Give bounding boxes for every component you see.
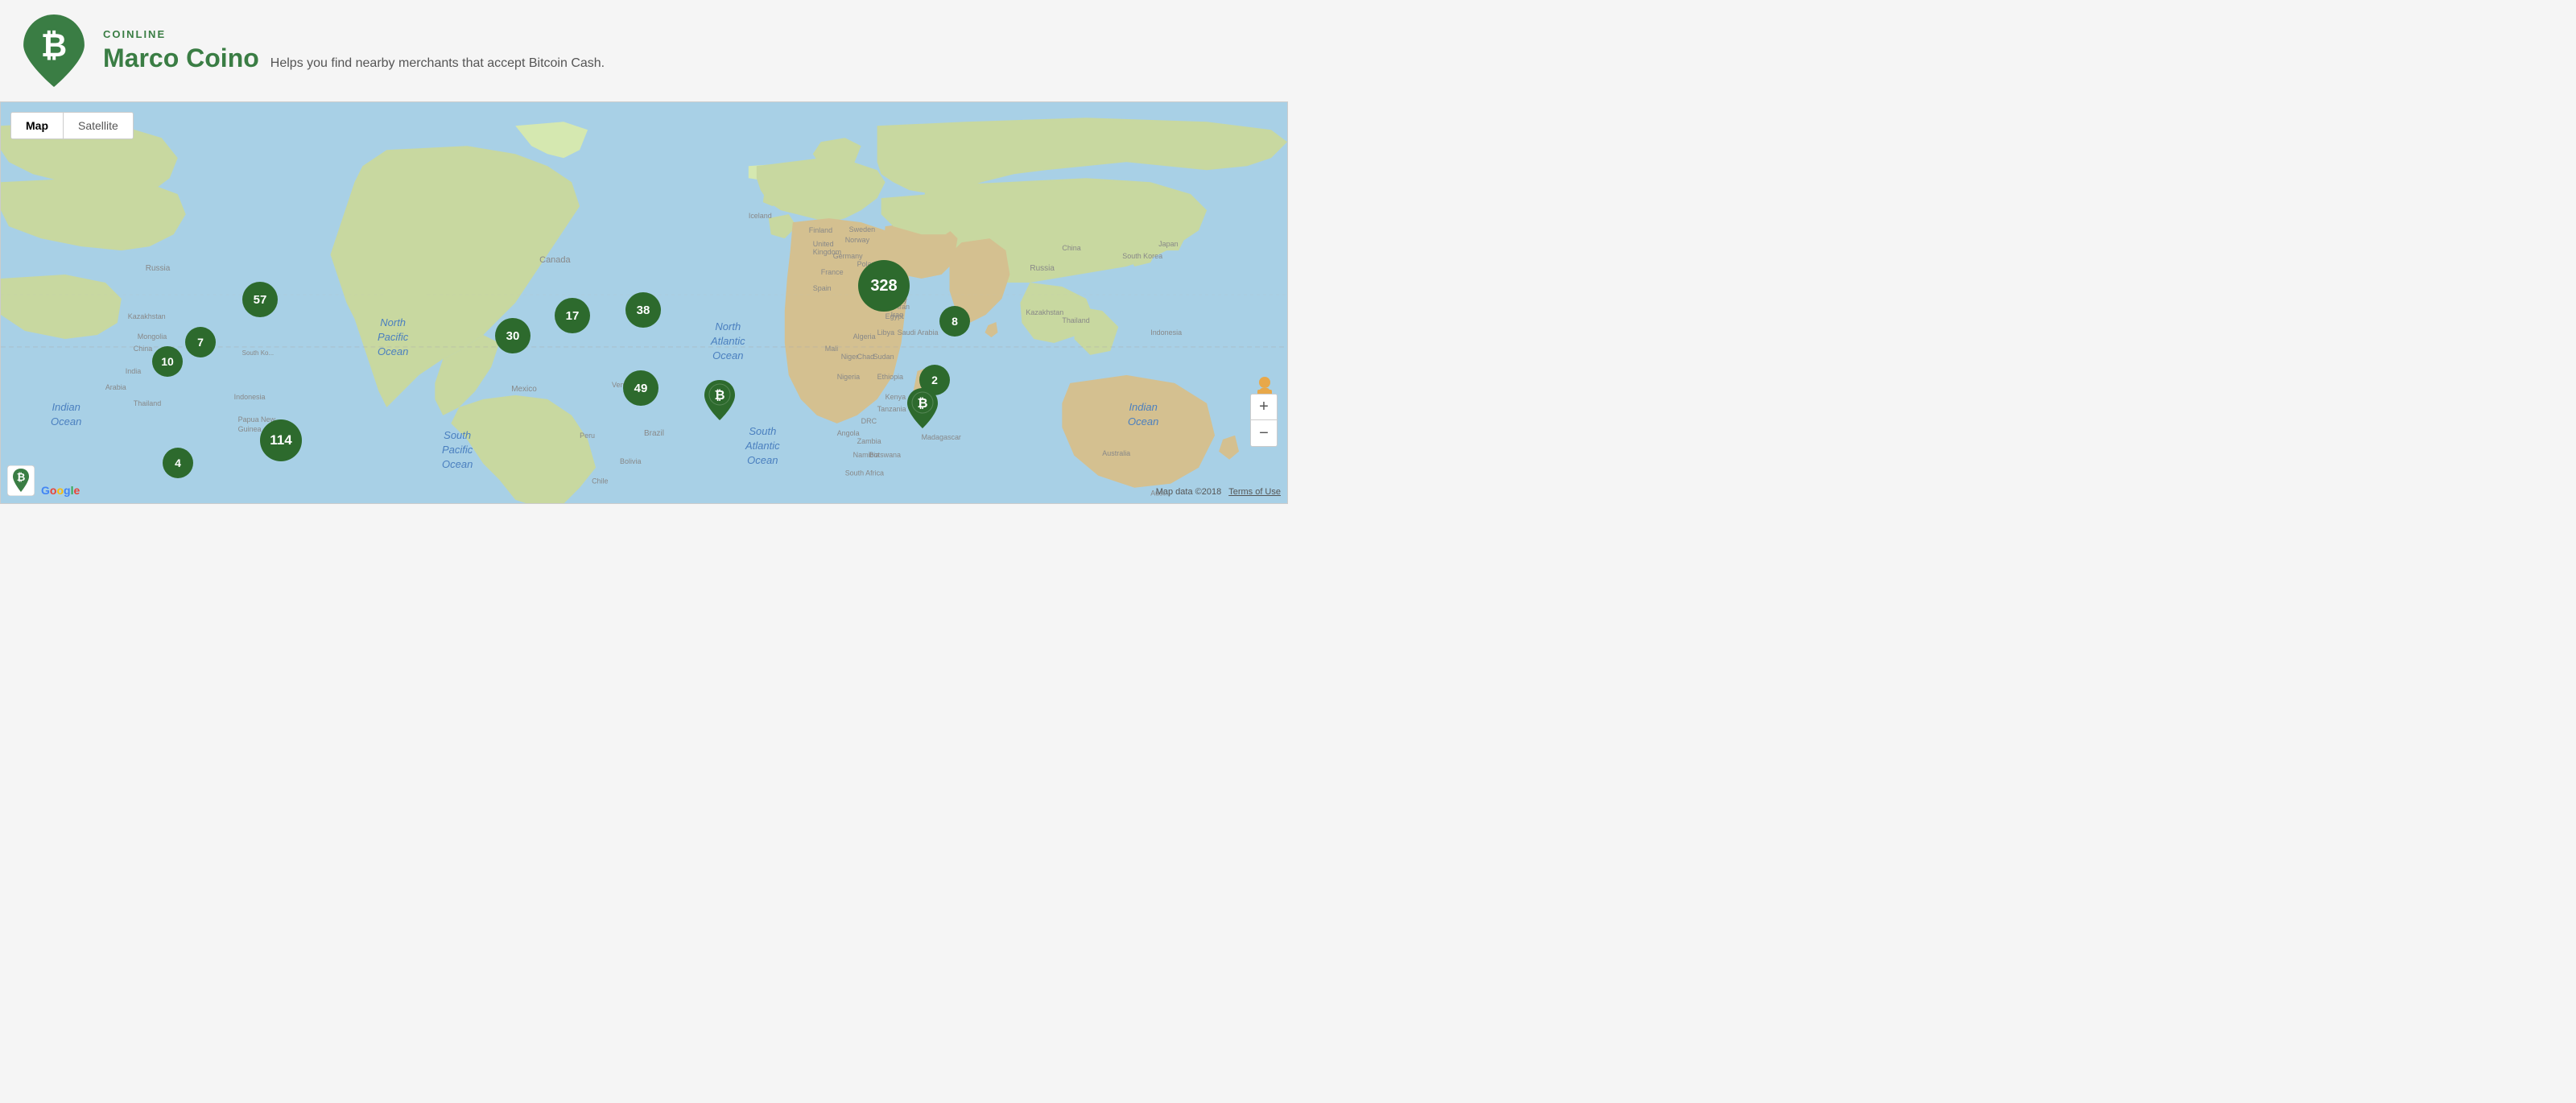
brand-label: COINLINE <box>103 28 605 40</box>
svg-text:India: India <box>126 367 141 375</box>
google-logo: Google <box>41 484 80 497</box>
cluster-c4[interactable]: 4 <box>163 448 193 478</box>
satellite-btn[interactable]: Satellite <box>64 113 133 138</box>
svg-text:Mongolia: Mongolia <box>138 333 167 341</box>
svg-text:Botswana: Botswana <box>869 451 901 459</box>
zoom-controls: + − <box>1250 394 1278 447</box>
svg-text:Arabia: Arabia <box>105 383 126 391</box>
svg-text:Iraq: Iraq <box>891 311 903 319</box>
header: ₿ COINLINE Marco Coino Helps you find ne… <box>0 0 1288 101</box>
svg-text:Russia: Russia <box>146 264 171 273</box>
zoom-out-btn[interactable]: − <box>1251 420 1277 446</box>
map-attribution: Map data ©2018 Terms of Use <box>1156 487 1281 497</box>
svg-text:Ethiopia: Ethiopia <box>877 373 903 381</box>
terms-link[interactable]: Terms of Use <box>1228 487 1281 497</box>
svg-text:Iceland: Iceland <box>749 212 772 220</box>
svg-text:South Ko...: South Ko... <box>242 349 275 357</box>
svg-text:Spain: Spain <box>813 284 832 292</box>
svg-text:Chad: Chad <box>857 353 874 361</box>
svg-text:Guinea: Guinea <box>238 425 262 433</box>
svg-text:Kingdom: Kingdom <box>813 248 841 256</box>
svg-text:South Africa: South Africa <box>845 469 884 477</box>
cluster-c8[interactable]: 38 <box>625 292 661 328</box>
cluster-c1[interactable]: 57 <box>242 282 278 317</box>
south-pacific-label: South Pacific Ocean <box>442 428 473 473</box>
zoom-in-btn[interactable]: + <box>1251 395 1277 420</box>
cluster-c6[interactable]: 17 <box>555 298 590 333</box>
svg-text:Sweden: Sweden <box>849 225 875 233</box>
svg-text:United: United <box>813 240 834 248</box>
svg-text:Saudi Arabia: Saudi Arabia <box>898 328 939 337</box>
app-title-row: Marco Coino Helps you find nearby mercha… <box>103 43 605 73</box>
app-logo: ₿ <box>23 14 85 87</box>
svg-text:Finland: Finland <box>809 226 832 234</box>
svg-text:Australia: Australia <box>1102 449 1130 457</box>
svg-text:Brazil: Brazil <box>644 429 664 438</box>
svg-text:Japan: Japan <box>1158 240 1178 248</box>
svg-text:South Korea: South Korea <box>1122 252 1162 260</box>
svg-text:Indonesia: Indonesia <box>1150 328 1182 337</box>
svg-text:Chile: Chile <box>592 477 608 485</box>
svg-text:Kazakhstan: Kazakhstan <box>1026 308 1063 316</box>
svg-text:Indonesia: Indonesia <box>234 393 266 401</box>
svg-text:Norway: Norway <box>845 236 870 244</box>
cluster-c5[interactable]: 114 <box>260 419 302 461</box>
svg-text:₿: ₿ <box>17 471 26 483</box>
small-pin-icon[interactable]: ₿ <box>7 465 35 500</box>
svg-text:Mali: Mali <box>825 345 838 353</box>
svg-text:Tanzania: Tanzania <box>877 405 906 413</box>
north-atlantic-label: North Atlantic Ocean <box>711 320 745 364</box>
svg-text:₿: ₿ <box>41 28 67 64</box>
svg-text:France: France <box>821 268 844 276</box>
map-data-text: Map data ©2018 <box>1156 487 1222 497</box>
svg-text:Angola: Angola <box>837 429 860 437</box>
header-text: COINLINE Marco Coino Helps you find near… <box>103 28 605 73</box>
app-title: Marco Coino <box>103 43 259 73</box>
svg-text:Algeria: Algeria <box>853 333 876 341</box>
svg-text:₿: ₿ <box>714 388 724 403</box>
north-pacific-label: North Pacific Ocean <box>378 316 408 360</box>
indian-ocean-label-left: Indian Ocean <box>51 400 81 429</box>
svg-text:Thailand: Thailand <box>1062 316 1089 324</box>
svg-text:China: China <box>134 345 152 353</box>
cluster-c3[interactable]: 10 <box>152 346 183 377</box>
pin-p1[interactable]: ₿ <box>702 378 737 424</box>
cluster-c10[interactable]: 328 <box>858 260 910 312</box>
svg-text:Bolivia: Bolivia <box>620 457 641 465</box>
svg-text:DRC: DRC <box>861 417 877 425</box>
svg-text:Kenya: Kenya <box>886 393 906 401</box>
svg-text:Sudan: Sudan <box>873 353 894 361</box>
cluster-c2[interactable]: 7 <box>185 327 216 357</box>
svg-text:China: China <box>1062 244 1080 252</box>
cluster-c11[interactable]: 8 <box>939 306 970 337</box>
svg-text:Zambia: Zambia <box>857 437 881 445</box>
svg-text:Kazakhstan: Kazakhstan <box>128 312 166 320</box>
south-atlantic-label: South Atlantic Ocean <box>745 424 780 469</box>
map-btn[interactable]: Map <box>11 113 63 138</box>
svg-text:₿: ₿ <box>917 396 927 411</box>
svg-text:Canada: Canada <box>539 255 571 265</box>
pin-p2[interactable]: ₿ <box>905 386 940 432</box>
cluster-c7[interactable]: 30 <box>495 318 530 353</box>
cluster-c9[interactable]: 49 <box>623 370 658 406</box>
map-container[interactable]: Russia Kazakhstan Mongolia China India A… <box>0 101 1288 504</box>
svg-text:Thailand: Thailand <box>134 399 161 407</box>
app-subtitle: Helps you find nearby merchants that acc… <box>270 56 605 71</box>
svg-text:Madagascar: Madagascar <box>922 433 961 441</box>
svg-text:Nigeria: Nigeria <box>837 373 860 381</box>
svg-text:Peru: Peru <box>580 432 595 440</box>
svg-text:Mexico: Mexico <box>511 385 537 394</box>
svg-text:Libya: Libya <box>877 328 894 337</box>
map-type-controls: Map Satellite <box>10 112 134 139</box>
indian-ocean-label-right: Indian Ocean <box>1128 400 1158 429</box>
svg-text:Niger: Niger <box>841 353 858 361</box>
svg-text:Russia: Russia <box>1030 264 1055 273</box>
